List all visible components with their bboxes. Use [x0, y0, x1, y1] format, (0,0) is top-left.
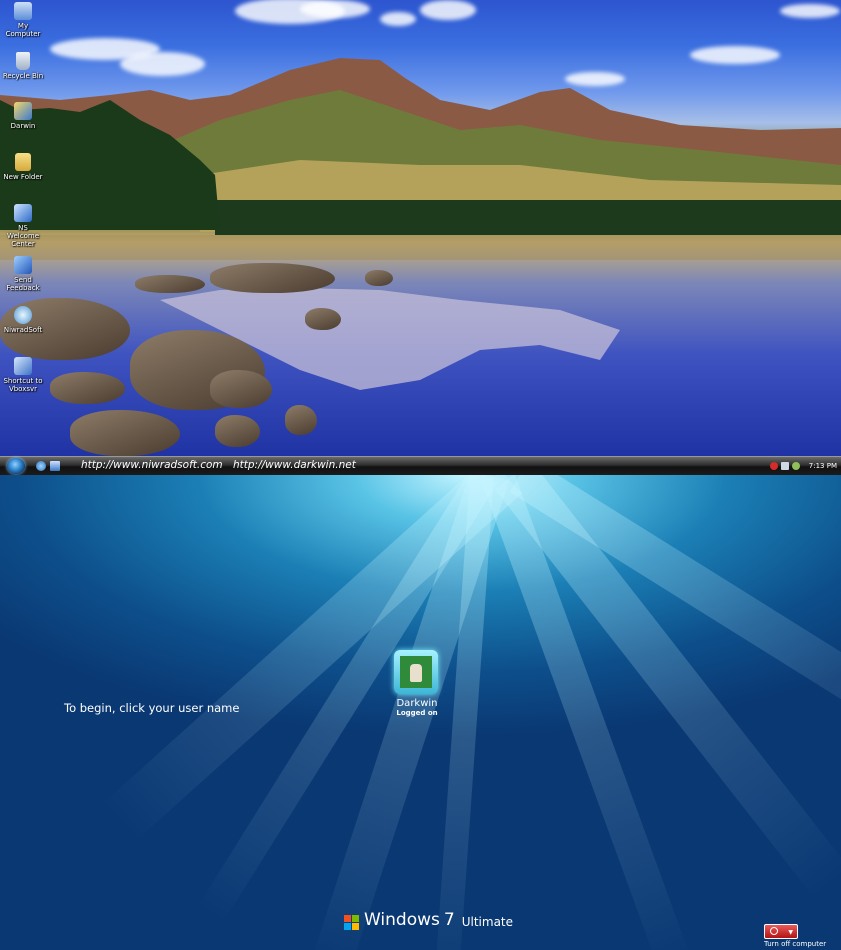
desktop-icon-label: Recycle Bin: [2, 72, 44, 80]
niwradsoft-icon: [14, 306, 32, 324]
security-alert-icon[interactable]: [769, 462, 778, 470]
user-status: Logged on: [396, 709, 438, 717]
user-name[interactable]: Darkwin: [374, 698, 460, 709]
rock: [210, 263, 335, 293]
desktop-icon-label: NS Welcome Center: [6, 224, 40, 248]
taskbar-link-darkwin[interactable]: http://www.darkwin.net: [233, 459, 356, 471]
desktop-icon-niwradsoft[interactable]: NiwradSoft: [2, 306, 44, 334]
avatar-frame[interactable]: [394, 650, 438, 694]
system-tray: 7:13 PM: [769, 459, 837, 473]
user-tile-darkwin[interactable]: Darkwin Logged on: [394, 650, 440, 717]
internet-explorer-icon[interactable]: [36, 461, 46, 471]
rock: [215, 415, 260, 447]
folder-icon: [15, 153, 31, 171]
rock: [285, 405, 317, 435]
taskbar-link-niwradsoft[interactable]: http://www.niwradsoft.com: [81, 459, 223, 471]
recycle-bin-icon: [16, 52, 30, 70]
volume-icon[interactable]: [780, 462, 789, 470]
brand-windows: Windows: [364, 910, 440, 930]
desktop-icon-recycle-bin[interactable]: Recycle Bin: [2, 52, 44, 80]
clock[interactable]: 7:13 PM: [809, 462, 837, 470]
brand-edition: Ultimate: [461, 915, 514, 929]
network-icon[interactable]: [791, 462, 800, 470]
network-shortcut-icon: [14, 357, 32, 375]
mountain-landscape: [0, 58, 841, 390]
rock: [210, 370, 272, 408]
rock: [50, 372, 125, 404]
taskbar: http://www.niwradsoft.com http://www.dar…: [0, 456, 841, 475]
desktop-icon-label: New Folder: [3, 173, 43, 181]
turn-off-button[interactable]: ▼: [764, 924, 798, 939]
power-icon: [770, 927, 778, 935]
desktop-icon-darwin[interactable]: Darwin: [2, 102, 44, 130]
start-button[interactable]: [7, 458, 25, 474]
desktop-icon-label: Shortcut to Vboxsvr: [3, 377, 43, 393]
desktop-icon-shortcut-to-vboxsvr[interactable]: Shortcut to Vboxsvr: [2, 357, 44, 393]
windows-flag-icon: [344, 915, 360, 930]
avatar-figure: [410, 664, 422, 682]
desktop-icon-my-computer[interactable]: My Computer: [2, 2, 44, 38]
light-ray: [494, 475, 841, 899]
computer-icon: [14, 2, 32, 20]
chevron-down-icon[interactable]: ▼: [788, 929, 793, 936]
feedback-icon: [14, 256, 32, 274]
desktop-icon-label: My Computer: [5, 22, 41, 38]
rock: [135, 275, 205, 293]
desktop-icon-send-feedback[interactable]: Send Feedback: [2, 256, 44, 292]
avatar: [400, 656, 432, 688]
logon-screen: To begin, click your user name Darkwin L…: [0, 475, 841, 950]
rock: [305, 308, 341, 330]
desktop-icon-label: Darwin: [10, 122, 36, 130]
desktop-icon-ns-welcome-center[interactable]: NS Welcome Center: [2, 204, 44, 248]
desktop: My Computer Recycle Bin Darwin New Folde…: [0, 0, 841, 456]
desktop-icon-new-folder[interactable]: New Folder: [2, 153, 44, 181]
rock: [365, 270, 393, 286]
show-desktop-icon[interactable]: [50, 461, 60, 471]
windows-7-branding: Windows 7 Ultimate: [344, 910, 513, 930]
instruction-text: To begin, click your user name: [64, 701, 240, 715]
welcome-center-icon: [14, 204, 32, 222]
desktop-icon-label: NiwradSoft: [3, 326, 43, 334]
rock: [70, 410, 180, 456]
desktop-icon-label: Send Feedback: [6, 276, 40, 292]
brand-version: 7: [443, 910, 455, 930]
turn-off-label: Turn off computer: [764, 940, 827, 948]
program-shortcut-icon: [14, 102, 32, 120]
